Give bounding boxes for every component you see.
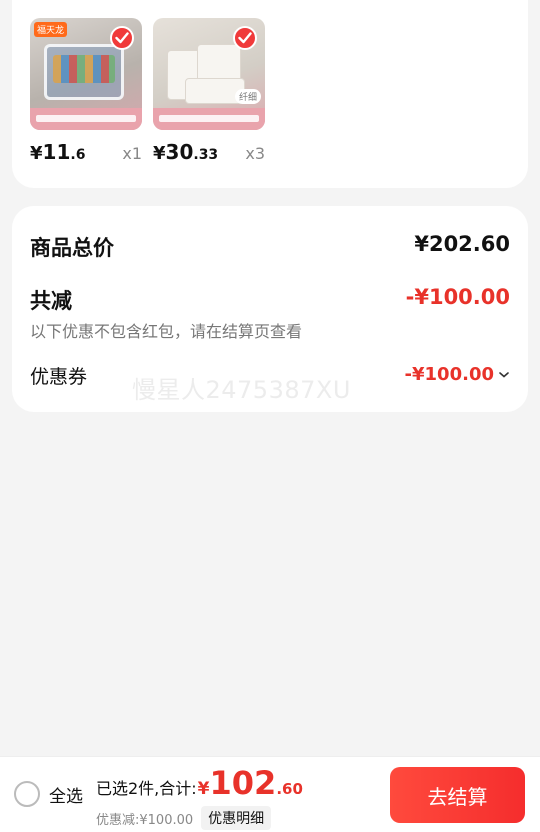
discount-line: 优惠减:¥100.00 优惠明细 xyxy=(96,806,272,830)
discount-detail-button[interactable]: 优惠明细 xyxy=(201,806,272,830)
select-all-toggle[interactable]: 全选 xyxy=(14,781,83,807)
selected-check-icon[interactable] xyxy=(233,26,257,50)
selected-count-text: 已选2件,合计: xyxy=(96,779,197,798)
watermark-text: 慢星人2475387XU xyxy=(132,376,351,404)
checkout-bar: 全选 已选2件,合计: ¥ 102 .60 优惠减:¥100.00 优惠明细 去… xyxy=(0,756,540,832)
reduction-label: 共减 xyxy=(30,289,72,313)
price-summary-card: 商品总价 ¥202.60 共减 -¥100.00 以下优惠不包含红包，请在结算页… xyxy=(12,206,528,412)
reduction-row: 共减 -¥100.00 xyxy=(30,285,510,313)
products-card: 福天龙 ¥11.6 x1 纤细 ¥30.33 x3 xyxy=(12,0,528,188)
selected-check-icon[interactable] xyxy=(110,26,134,50)
product-price: ¥11.6 xyxy=(30,140,86,164)
coupon-label: 优惠券 xyxy=(30,366,88,388)
product-quantity: x1 xyxy=(122,144,142,163)
select-all-label: 全选 xyxy=(49,786,83,807)
product-price: ¥30.33 xyxy=(153,140,219,164)
coupon-value[interactable]: -¥100.00 xyxy=(405,364,510,385)
reduction-note: 以下优惠不包含红包，请在结算页查看 xyxy=(30,322,303,341)
total-price-label: 商品总价 xyxy=(30,236,114,260)
reduction-value: -¥100.00 xyxy=(405,285,510,309)
chevron-down-icon xyxy=(499,371,509,378)
total-amount-int: 102 xyxy=(209,764,277,802)
product-thumbnail[interactable]: 纤细 xyxy=(153,18,265,130)
product-item[interactable]: 纤细 ¥30.33 x3 xyxy=(153,18,265,164)
storage-box-image xyxy=(44,44,124,100)
feature-tag: 纤细 xyxy=(234,89,261,104)
product-thumbnail[interactable]: 福天龙 xyxy=(30,18,142,130)
checkout-button[interactable]: 去结算 xyxy=(390,767,525,823)
product-quantity: x3 xyxy=(245,144,265,163)
discount-text: 优惠减:¥100.00 xyxy=(96,812,194,828)
brand-tag: 福天龙 xyxy=(34,22,68,37)
total-currency: ¥ xyxy=(197,779,210,799)
total-price-row: 商品总价 ¥202.60 xyxy=(30,232,510,260)
total-amount-dec: .60 xyxy=(276,780,303,798)
selected-total: 已选2件,合计: ¥ 102 .60 xyxy=(96,765,303,801)
select-all-radio[interactable] xyxy=(14,781,40,807)
total-price-value: ¥202.60 xyxy=(414,232,510,256)
product-item[interactable]: 福天龙 ¥11.6 x1 xyxy=(30,18,142,164)
